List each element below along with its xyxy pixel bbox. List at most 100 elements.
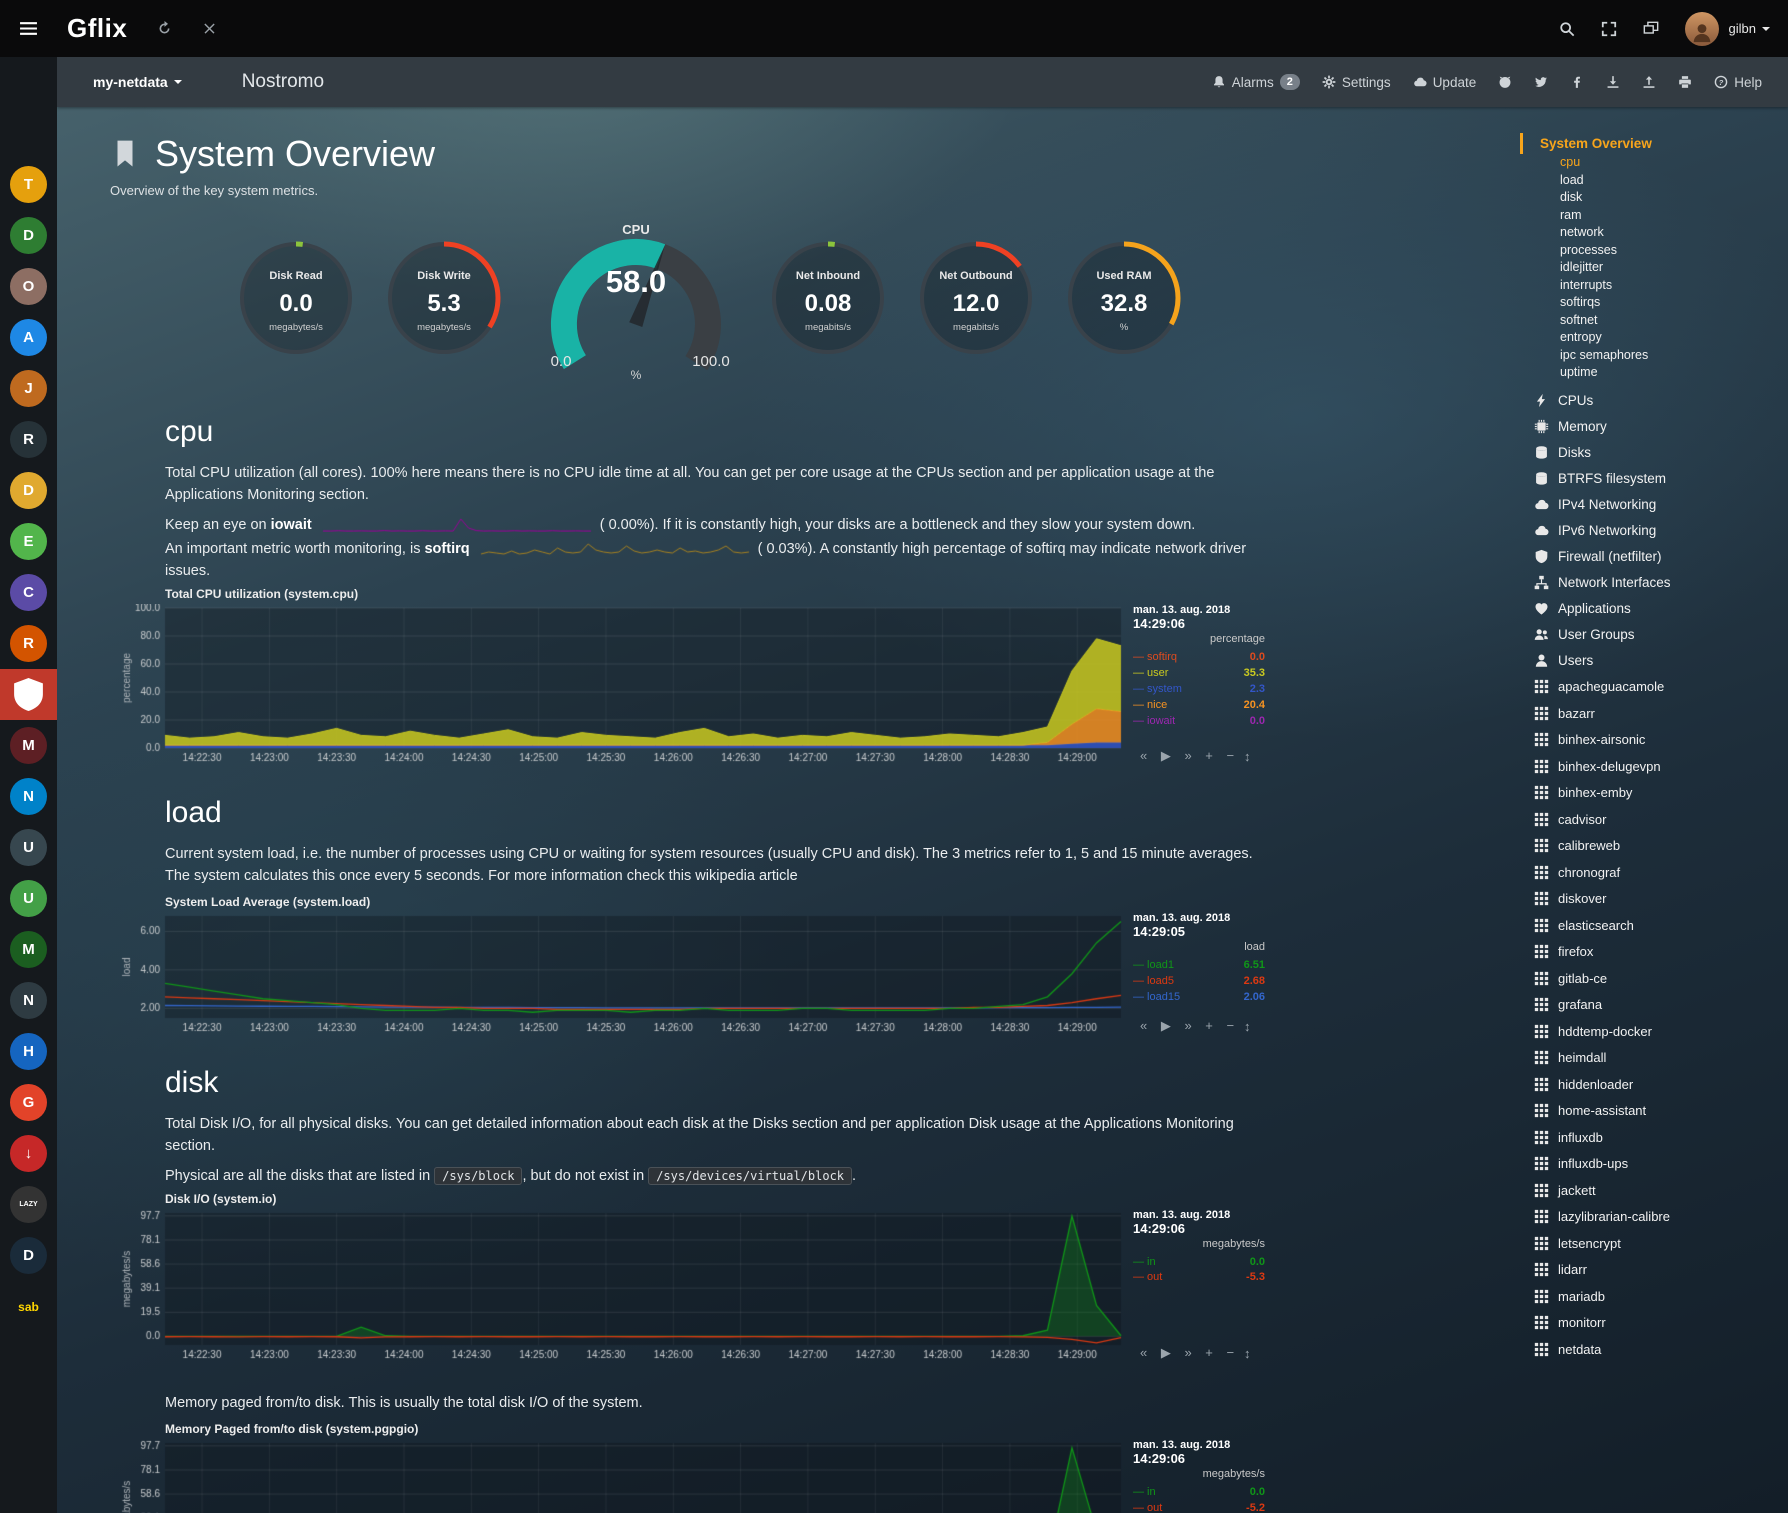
toc-section-network-interfaces[interactable]: Network Interfaces	[1534, 575, 1780, 590]
rail-app-unifi[interactable]: U	[0, 822, 57, 873]
chart-nav-controls[interactable]: « ▶ » + −	[1140, 1345, 1239, 1361]
rail-home[interactable]	[0, 57, 57, 108]
toc-app-bazarr[interactable]: bazarr	[1534, 706, 1780, 721]
alarms-button[interactable]: Alarms2	[1212, 74, 1300, 90]
toc-app-lidarr[interactable]: lidarr	[1534, 1262, 1780, 1277]
chart-canvas-load[interactable]	[120, 912, 1125, 1036]
gauge-disk-write[interactable]: Disk Write5.3megabytes/s	[383, 237, 505, 364]
legend-item-load1[interactable]: — load16.51	[1133, 958, 1265, 974]
fullscreen-button[interactable]	[1601, 21, 1617, 37]
gauge-cpu[interactable]: CPU58.00.0100.0%	[531, 214, 741, 387]
toc-app-chronograf[interactable]: chronograf	[1534, 865, 1780, 880]
gauge-used-ram[interactable]: Used RAM32.8%	[1063, 237, 1185, 364]
toc-section-system-overview[interactable]: System Overview	[1520, 133, 1780, 154]
help-button[interactable]: ?Help	[1714, 75, 1762, 90]
toc-app-monitorr[interactable]: monitorr	[1534, 1315, 1780, 1330]
rail-app-gitlab[interactable]: G	[0, 1077, 57, 1128]
legend-item-iowait[interactable]: — iowait0.0	[1133, 714, 1265, 730]
update-button[interactable]: Update	[1413, 75, 1477, 90]
toc-item-entropy[interactable]: entropy	[1534, 329, 1780, 347]
twitter-link[interactable]	[1534, 75, 1548, 89]
chart-resize-handle[interactable]: ↕	[1244, 1019, 1251, 1034]
toc-item-network[interactable]: network	[1534, 224, 1780, 242]
toc-section-cpus[interactable]: CPUs	[1534, 393, 1780, 408]
search-button[interactable]	[1559, 21, 1575, 37]
toc-item-ipc-semaphores[interactable]: ipc semaphores	[1534, 347, 1780, 365]
menu-button[interactable]	[0, 0, 57, 57]
legend-item-out[interactable]: — out-5.2	[1133, 1501, 1265, 1513]
windows-button[interactable]	[1643, 21, 1659, 37]
wikipedia-link[interactable]: wikipedia article	[695, 868, 797, 884]
toc-section-applications[interactable]: Applications	[1534, 601, 1780, 616]
toc-item-processes[interactable]: processes	[1534, 242, 1780, 260]
toc-app-hddtemp-docker[interactable]: hddtemp-docker	[1534, 1024, 1780, 1039]
toc-app-calibreweb[interactable]: calibreweb	[1534, 838, 1780, 853]
avatar[interactable]	[1685, 12, 1719, 46]
rail-app-jackett[interactable]: J	[0, 363, 57, 414]
gauge-disk-read[interactable]: Disk Read0.0megabytes/s	[235, 237, 357, 364]
toc-section-ipv6-networking[interactable]: IPv6 Networking	[1534, 523, 1780, 538]
toc-app-lazylibrarian-calibre[interactable]: lazylibrarian-calibre	[1534, 1209, 1780, 1224]
rail-app-duckdns[interactable]: D	[0, 1230, 57, 1281]
toc-section-firewall-netfilter-[interactable]: Firewall (netfilter)	[1534, 549, 1780, 564]
toc-app-elasticsearch[interactable]: elasticsearch	[1534, 918, 1780, 933]
rail-app-sabnzbd[interactable]: sab	[0, 1281, 57, 1332]
toc-app-jackett[interactable]: jackett	[1534, 1183, 1780, 1198]
legend-item-out[interactable]: — out-5.3	[1133, 1270, 1265, 1286]
toc-item-load[interactable]: load	[1534, 172, 1780, 190]
chart-resize-handle[interactable]: ↕	[1244, 1346, 1251, 1361]
rail-app-mariadb[interactable]: M	[0, 720, 57, 771]
toc-item-cpu[interactable]: cpu	[1534, 154, 1780, 172]
facebook-link[interactable]	[1570, 75, 1584, 89]
toc-section-disks[interactable]: Disks	[1534, 445, 1780, 460]
toc-app-cadvisor[interactable]: cadvisor	[1534, 812, 1780, 827]
gauge-net-inbound[interactable]: Net Inbound0.08megabits/s	[767, 237, 889, 364]
toc-app-letsencrypt[interactable]: letsencrypt	[1534, 1236, 1780, 1251]
rail-app-deluge[interactable]: D	[0, 210, 57, 261]
toc-app-influxdb-ups[interactable]: influxdb-ups	[1534, 1156, 1780, 1171]
toc-section-user-groups[interactable]: User Groups	[1534, 627, 1780, 642]
rail-app-ubooquity[interactable]: U	[0, 873, 57, 924]
rail-app-lazylibrarian[interactable]: LAZY	[0, 1179, 57, 1230]
toc-section-users[interactable]: Users	[1534, 653, 1780, 668]
rail-app-tautulli[interactable]: T	[0, 159, 57, 210]
toc-app-apacheguacamole[interactable]: apacheguacamole	[1534, 679, 1780, 694]
rail-app-netdata-app[interactable]: N	[0, 975, 57, 1026]
chart-canvas-disk[interactable]	[120, 1209, 1125, 1363]
rail-app-radarr[interactable]: R	[0, 414, 57, 465]
toc-app-gitlab-ce[interactable]: gitlab-ce	[1534, 971, 1780, 986]
rail-settings[interactable]	[0, 108, 57, 159]
legend-item-in[interactable]: — in0.0	[1133, 1255, 1265, 1271]
server-menu[interactable]: my-netdata	[93, 74, 182, 90]
toc-app-influxdb[interactable]: influxdb	[1534, 1130, 1780, 1145]
import-button[interactable]	[1606, 75, 1620, 89]
toc-item-softirqs[interactable]: softirqs	[1534, 294, 1780, 312]
export-button[interactable]	[1642, 75, 1656, 89]
chart-nav-controls[interactable]: « ▶ » + −	[1140, 1018, 1239, 1034]
close-tab-button[interactable]	[202, 21, 217, 36]
toc-section-btrfs-filesystem[interactable]: BTRFS filesystem	[1534, 471, 1780, 486]
toc-item-uptime[interactable]: uptime	[1534, 364, 1780, 382]
rail-app-organizr[interactable]: O	[0, 261, 57, 312]
toc-app-binhex-emby[interactable]: binhex-emby	[1534, 785, 1780, 800]
toc-section-ipv4-networking[interactable]: IPv4 Networking	[1534, 497, 1780, 512]
github-link[interactable]	[1498, 75, 1512, 89]
legend-item-in[interactable]: — in0.0	[1133, 1485, 1265, 1501]
rail-app-monitorr[interactable]: M	[0, 924, 57, 975]
rail-app-airsonic[interactable]: A	[0, 312, 57, 363]
legend-item-nice[interactable]: — nice20.4	[1133, 698, 1265, 714]
toc-app-binhex-airsonic[interactable]: binhex-airsonic	[1534, 732, 1780, 747]
chart-canvas-cpu[interactable]	[120, 604, 1125, 766]
rail-app-resilio-sync[interactable]	[0, 669, 57, 720]
toc-app-netdata[interactable]: netdata	[1534, 1342, 1780, 1357]
toc-app-home-assistant[interactable]: home-assistant	[1534, 1103, 1780, 1118]
rail-app-nextcloud[interactable]: N	[0, 771, 57, 822]
refresh-tab-button[interactable]	[157, 21, 172, 36]
toc-app-firefox[interactable]: firefox	[1534, 944, 1780, 959]
rail-app-duplicati[interactable]: D	[0, 465, 57, 516]
rail-app-emby[interactable]: E	[0, 516, 57, 567]
legend-item-load15[interactable]: — load152.06	[1133, 990, 1265, 1006]
toc-item-idlejitter[interactable]: idlejitter	[1534, 259, 1780, 277]
legend-item-user[interactable]: — user35.3	[1133, 666, 1265, 682]
legend-item-system[interactable]: — system2.3	[1133, 682, 1265, 698]
